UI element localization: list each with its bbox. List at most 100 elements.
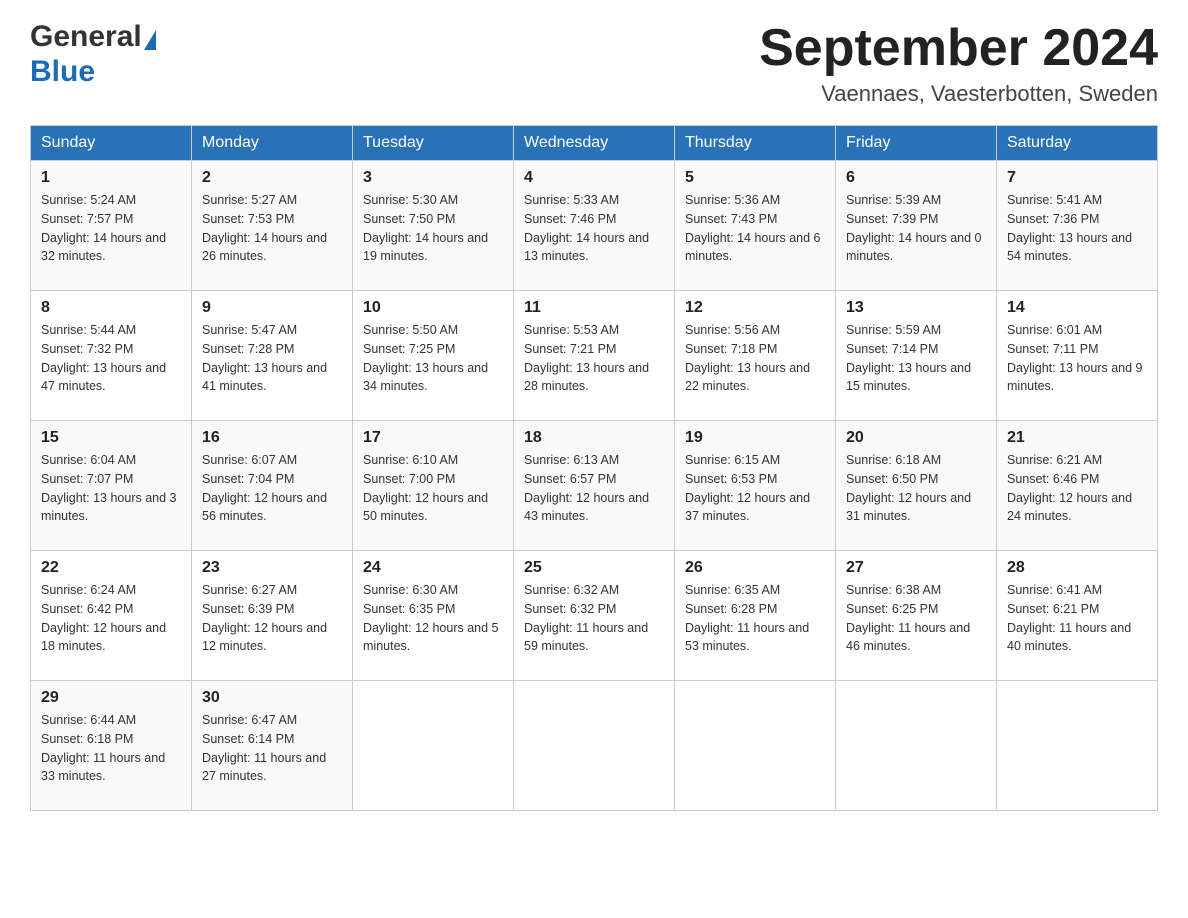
table-row: 2 Sunrise: 5:27 AMSunset: 7:53 PMDayligh… [192, 161, 353, 291]
table-row: 24 Sunrise: 6:30 AMSunset: 6:35 PMDaylig… [353, 551, 514, 681]
day-info: Sunrise: 6:27 AMSunset: 6:39 PMDaylight:… [202, 583, 327, 653]
table-row: 28 Sunrise: 6:41 AMSunset: 6:21 PMDaylig… [997, 551, 1158, 681]
table-row: 4 Sunrise: 5:33 AMSunset: 7:46 PMDayligh… [514, 161, 675, 291]
table-row: 25 Sunrise: 6:32 AMSunset: 6:32 PMDaylig… [514, 551, 675, 681]
day-number: 27 [846, 559, 986, 577]
table-row: 15 Sunrise: 6:04 AMSunset: 7:07 PMDaylig… [31, 421, 192, 551]
table-row: 26 Sunrise: 6:35 AMSunset: 6:28 PMDaylig… [675, 551, 836, 681]
day-info: Sunrise: 6:04 AMSunset: 7:07 PMDaylight:… [41, 453, 177, 523]
month-title: September 2024 [759, 20, 1158, 77]
header-saturday: Saturday [997, 126, 1158, 161]
location-title: Vaennaes, Vaesterbotten, Sweden [759, 81, 1158, 107]
table-row: 13 Sunrise: 5:59 AMSunset: 7:14 PMDaylig… [836, 291, 997, 421]
table-row: 11 Sunrise: 5:53 AMSunset: 7:21 PMDaylig… [514, 291, 675, 421]
week-row-2: 8 Sunrise: 5:44 AMSunset: 7:32 PMDayligh… [31, 291, 1158, 421]
day-info: Sunrise: 5:36 AMSunset: 7:43 PMDaylight:… [685, 193, 821, 263]
day-info: Sunrise: 6:30 AMSunset: 6:35 PMDaylight:… [363, 583, 499, 653]
day-number: 10 [363, 299, 503, 317]
header-tuesday: Tuesday [353, 126, 514, 161]
day-number: 16 [202, 429, 342, 447]
logo-general-line: General [30, 20, 156, 55]
day-info: Sunrise: 6:07 AMSunset: 7:04 PMDaylight:… [202, 453, 327, 523]
table-row: 17 Sunrise: 6:10 AMSunset: 7:00 PMDaylig… [353, 421, 514, 551]
logo-blue-line: Blue [30, 55, 156, 90]
table-row: 27 Sunrise: 6:38 AMSunset: 6:25 PMDaylig… [836, 551, 997, 681]
day-number: 7 [1007, 169, 1147, 187]
header-monday: Monday [192, 126, 353, 161]
calendar-table: Sunday Monday Tuesday Wednesday Thursday… [30, 125, 1158, 811]
week-row-1: 1 Sunrise: 5:24 AMSunset: 7:57 PMDayligh… [31, 161, 1158, 291]
day-info: Sunrise: 6:13 AMSunset: 6:57 PMDaylight:… [524, 453, 649, 523]
logo-arrow-icon [144, 30, 156, 50]
table-row: 7 Sunrise: 5:41 AMSunset: 7:36 PMDayligh… [997, 161, 1158, 291]
page-header: General Blue September 2024 Vaennaes, Va… [30, 20, 1158, 107]
day-info: Sunrise: 6:47 AMSunset: 6:14 PMDaylight:… [202, 713, 326, 783]
day-number: 5 [685, 169, 825, 187]
day-number: 6 [846, 169, 986, 187]
week-row-4: 22 Sunrise: 6:24 AMSunset: 6:42 PMDaylig… [31, 551, 1158, 681]
table-row: 22 Sunrise: 6:24 AMSunset: 6:42 PMDaylig… [31, 551, 192, 681]
day-info: Sunrise: 5:24 AMSunset: 7:57 PMDaylight:… [41, 193, 166, 263]
header-friday: Friday [836, 126, 997, 161]
day-number: 1 [41, 169, 181, 187]
day-number: 28 [1007, 559, 1147, 577]
title-area: September 2024 Vaennaes, Vaesterbotten, … [759, 20, 1158, 107]
day-number: 20 [846, 429, 986, 447]
day-info: Sunrise: 5:50 AMSunset: 7:25 PMDaylight:… [363, 323, 488, 393]
day-info: Sunrise: 6:01 AMSunset: 7:11 PMDaylight:… [1007, 323, 1143, 393]
weekday-header-row: Sunday Monday Tuesday Wednesday Thursday… [31, 126, 1158, 161]
week-row-5: 29 Sunrise: 6:44 AMSunset: 6:18 PMDaylig… [31, 681, 1158, 811]
day-number: 3 [363, 169, 503, 187]
day-info: Sunrise: 5:27 AMSunset: 7:53 PMDaylight:… [202, 193, 327, 263]
table-row: 1 Sunrise: 5:24 AMSunset: 7:57 PMDayligh… [31, 161, 192, 291]
table-row [675, 681, 836, 811]
table-row: 29 Sunrise: 6:44 AMSunset: 6:18 PMDaylig… [31, 681, 192, 811]
logo-blue-text: Blue [30, 55, 95, 88]
day-info: Sunrise: 6:35 AMSunset: 6:28 PMDaylight:… [685, 583, 809, 653]
day-info: Sunrise: 5:41 AMSunset: 7:36 PMDaylight:… [1007, 193, 1132, 263]
header-sunday: Sunday [31, 126, 192, 161]
day-info: Sunrise: 6:10 AMSunset: 7:00 PMDaylight:… [363, 453, 488, 523]
day-number: 18 [524, 429, 664, 447]
day-number: 26 [685, 559, 825, 577]
day-number: 25 [524, 559, 664, 577]
day-info: Sunrise: 6:24 AMSunset: 6:42 PMDaylight:… [41, 583, 166, 653]
table-row: 21 Sunrise: 6:21 AMSunset: 6:46 PMDaylig… [997, 421, 1158, 551]
table-row: 10 Sunrise: 5:50 AMSunset: 7:25 PMDaylig… [353, 291, 514, 421]
table-row: 16 Sunrise: 6:07 AMSunset: 7:04 PMDaylig… [192, 421, 353, 551]
table-row [514, 681, 675, 811]
day-info: Sunrise: 6:41 AMSunset: 6:21 PMDaylight:… [1007, 583, 1131, 653]
day-number: 17 [363, 429, 503, 447]
day-info: Sunrise: 5:59 AMSunset: 7:14 PMDaylight:… [846, 323, 971, 393]
day-info: Sunrise: 5:44 AMSunset: 7:32 PMDaylight:… [41, 323, 166, 393]
table-row [353, 681, 514, 811]
day-number: 19 [685, 429, 825, 447]
day-number: 15 [41, 429, 181, 447]
day-info: Sunrise: 5:39 AMSunset: 7:39 PMDaylight:… [846, 193, 982, 263]
day-info: Sunrise: 6:15 AMSunset: 6:53 PMDaylight:… [685, 453, 810, 523]
table-row: 12 Sunrise: 5:56 AMSunset: 7:18 PMDaylig… [675, 291, 836, 421]
table-row: 9 Sunrise: 5:47 AMSunset: 7:28 PMDayligh… [192, 291, 353, 421]
table-row: 20 Sunrise: 6:18 AMSunset: 6:50 PMDaylig… [836, 421, 997, 551]
day-info: Sunrise: 6:38 AMSunset: 6:25 PMDaylight:… [846, 583, 970, 653]
logo-general-text: General [30, 20, 142, 53]
table-row [836, 681, 997, 811]
table-row: 14 Sunrise: 6:01 AMSunset: 7:11 PMDaylig… [997, 291, 1158, 421]
day-number: 14 [1007, 299, 1147, 317]
table-row: 30 Sunrise: 6:47 AMSunset: 6:14 PMDaylig… [192, 681, 353, 811]
day-number: 8 [41, 299, 181, 317]
table-row: 3 Sunrise: 5:30 AMSunset: 7:50 PMDayligh… [353, 161, 514, 291]
header-thursday: Thursday [675, 126, 836, 161]
day-number: 22 [41, 559, 181, 577]
day-number: 9 [202, 299, 342, 317]
day-info: Sunrise: 5:30 AMSunset: 7:50 PMDaylight:… [363, 193, 488, 263]
day-number: 23 [202, 559, 342, 577]
day-number: 4 [524, 169, 664, 187]
table-row: 5 Sunrise: 5:36 AMSunset: 7:43 PMDayligh… [675, 161, 836, 291]
day-info: Sunrise: 6:21 AMSunset: 6:46 PMDaylight:… [1007, 453, 1132, 523]
day-info: Sunrise: 5:53 AMSunset: 7:21 PMDaylight:… [524, 323, 649, 393]
day-number: 12 [685, 299, 825, 317]
day-info: Sunrise: 5:47 AMSunset: 7:28 PMDaylight:… [202, 323, 327, 393]
table-row: 8 Sunrise: 5:44 AMSunset: 7:32 PMDayligh… [31, 291, 192, 421]
day-info: Sunrise: 6:32 AMSunset: 6:32 PMDaylight:… [524, 583, 648, 653]
